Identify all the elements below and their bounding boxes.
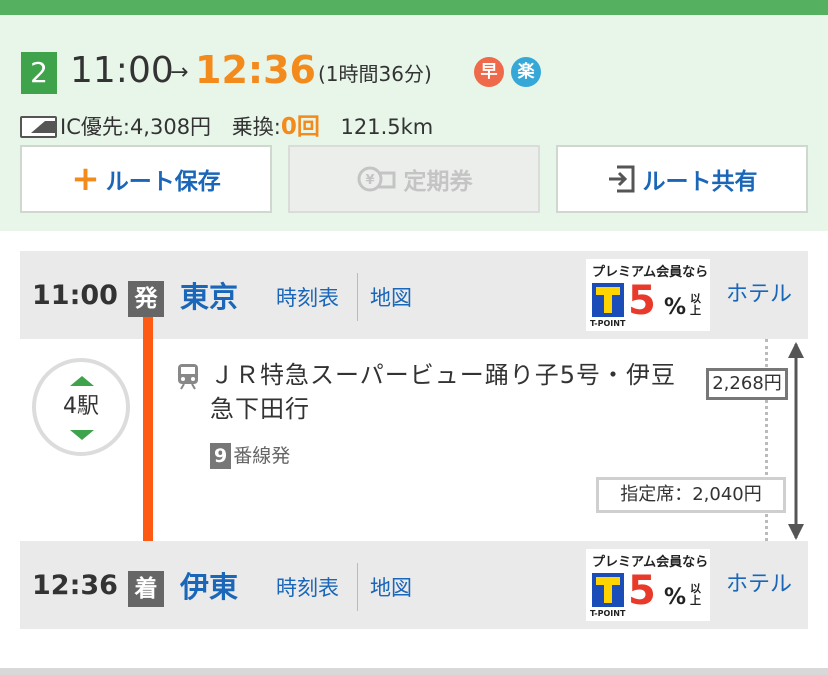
route-distance: 121.5km — [340, 115, 434, 139]
commuter-pass-button[interactable]: ¥ 定期券 — [288, 145, 540, 213]
platform-number: 9 — [210, 443, 232, 469]
platform-text: 番線発 — [233, 445, 291, 467]
arrival-timetable-link[interactable]: 時刻表 — [276, 572, 339, 604]
commuter-pass-label: 定期券 — [403, 169, 473, 195]
chevron-down-icon — [70, 430, 94, 440]
summary-arrival-time: 12:36 — [195, 48, 316, 92]
link-divider — [357, 273, 358, 321]
yen-coin-icon: ¥ — [357, 166, 395, 192]
train-name: ＪＲ特急スーパービュー踊り子5号・伊豆急下田行 — [210, 361, 677, 423]
reserved-seat-fare: 指定席：2,040円 — [596, 477, 786, 513]
arrival-map-link[interactable]: 地図 — [370, 572, 412, 604]
promo-suffix: 以上 — [690, 292, 701, 317]
arrival-time: 12:36 — [32, 570, 118, 601]
promo-suffix: 以上 — [690, 582, 701, 607]
tpoint-brand: T-POINT — [590, 609, 626, 618]
route-number-badge: 2 — [21, 52, 57, 94]
tpoint-promo-banner[interactable]: プレミアム会員なら T-POINT 5 % 以上 — [586, 259, 710, 331]
promo-percent: 5 — [628, 568, 656, 614]
arrival-tag: 着 — [128, 571, 164, 607]
link-divider — [357, 563, 358, 611]
summary-arrow: → — [170, 60, 189, 85]
arrival-station-link[interactable]: 伊東 — [180, 567, 238, 607]
promo-percent-sign: % — [664, 585, 687, 610]
stops-count-toggle[interactable]: 4駅 — [32, 358, 130, 456]
summary-duration: (1時間36分) — [318, 62, 432, 86]
easy-badge-icon: 楽 — [511, 57, 541, 87]
route-line — [143, 317, 153, 569]
top-accent-bar — [0, 0, 828, 15]
departure-tag: 発 — [128, 281, 164, 317]
plus-icon: + — [71, 159, 100, 199]
promo-percent: 5 — [628, 278, 656, 324]
fare-prefix: IC優先: — [60, 115, 130, 139]
fast-badge-icon: 早 — [474, 57, 504, 87]
arrival-hotel-link[interactable]: ホテル — [726, 569, 792, 601]
departure-station-link[interactable]: 東京 — [180, 277, 238, 317]
promo-percent-sign: % — [664, 295, 687, 320]
chevron-up-icon — [70, 376, 94, 386]
stops-count: 4駅 — [63, 394, 99, 419]
train-icon — [178, 364, 198, 390]
tpoint-logo-icon — [592, 573, 624, 607]
fare-summary: IC優先:4,308円 乗換:0回 121.5km — [60, 111, 433, 143]
svg-text:¥: ¥ — [365, 173, 374, 188]
segment-fare: 2,268円 — [706, 368, 788, 400]
summary-departure-time: 11:00 — [70, 50, 174, 91]
share-icon — [608, 165, 634, 193]
departure-station-row: 11:00 発 東京 時刻表 地図 プレミアム会員なら T-POINT 5 % … — [20, 251, 808, 339]
departure-hotel-link[interactable]: ホテル — [726, 279, 792, 311]
save-route-label: ルート保存 — [105, 169, 221, 195]
tpoint-logo-icon — [592, 283, 624, 317]
departure-map-link[interactable]: 地図 — [370, 282, 412, 314]
ic-card-icon — [20, 116, 57, 138]
tpoint-brand: T-POINT — [590, 319, 626, 328]
platform-info: 9 番線発 — [210, 443, 290, 469]
share-route-label: ルート共有 — [642, 169, 758, 195]
departure-timetable-link[interactable]: 時刻表 — [276, 282, 339, 314]
fare-amount: 4,308円 — [129, 115, 212, 139]
tpoint-promo-banner[interactable]: プレミアム会員なら T-POINT 5 % 以上 — [586, 549, 710, 621]
transfer-count: 0回 — [280, 114, 320, 140]
bottom-divider — [0, 668, 828, 675]
share-route-button[interactable]: ルート共有 — [556, 145, 808, 213]
arrival-station-row: 12:36 着 伊東 時刻表 地図 プレミアム会員なら T-POINT 5 % … — [20, 541, 808, 629]
departure-time: 11:00 — [32, 280, 118, 311]
save-route-button[interactable]: + ルート保存 — [20, 145, 272, 213]
transfer-label: 乗換: — [231, 115, 281, 139]
fare-range-arrow-icon — [788, 342, 804, 540]
